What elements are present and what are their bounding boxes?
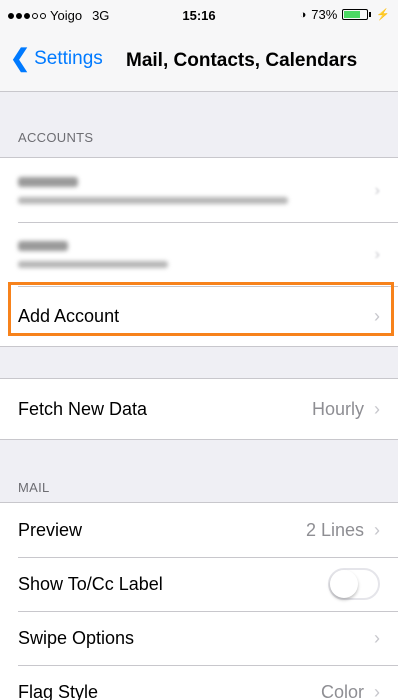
back-label: Settings — [34, 48, 103, 69]
flag-style-value: Color — [320, 681, 364, 700]
add-account-row[interactable]: Add Account › — [0, 286, 398, 346]
chevron-right-icon: › — [374, 398, 380, 419]
preview-value: 2 Lines — [305, 519, 364, 540]
chevron-right-icon: › — [374, 246, 380, 263]
battery-fill — [344, 11, 361, 18]
chevron-right-icon: › — [374, 305, 380, 326]
status-right: ◑ 73% ⚡ — [300, 7, 390, 22]
account-row-2[interactable]: › — [0, 222, 398, 286]
back-button[interactable]: ❮ Settings — [10, 45, 103, 72]
flag-style-row[interactable]: Flag Style Color › — [0, 665, 398, 700]
blurred-account-name — [18, 240, 68, 251]
status-bar: Yoigo 3G 15:16 ◑ 73% ⚡ — [0, 0, 398, 30]
preview-label: Preview — [18, 519, 83, 540]
settings-screen: Yoigo 3G 15:16 ◑ 73% ⚡ ❮ Settings Mail, … — [0, 0, 398, 700]
swipe-options-row[interactable]: Swipe Options › — [0, 611, 398, 665]
chevron-right-icon: › — [374, 627, 380, 648]
navigation-bar: ❮ Settings Mail, Contacts, Calendars — [0, 30, 398, 92]
accounts-group: › › Add Account › — [0, 157, 398, 347]
do-not-disturb-icon: ◑ — [299, 8, 307, 21]
charging-icon: ⚡ — [376, 9, 390, 21]
show-to-cc-row: Show To/Cc Label — [0, 557, 398, 611]
add-account-label: Add Account — [18, 305, 120, 326]
chevron-right-icon: › — [374, 519, 380, 540]
chevron-right-icon: › — [374, 182, 380, 199]
blurred-account-services — [18, 260, 168, 268]
show-to-cc-label: Show To/Cc Label — [18, 573, 163, 594]
mail-section-header: MAIL — [18, 480, 50, 495]
mail-group: Preview 2 Lines › Show To/Cc Label Swipe… — [0, 502, 398, 700]
blurred-account-name — [18, 176, 78, 187]
fetch-new-data-row[interactable]: Fetch New Data Hourly › — [0, 379, 398, 439]
accounts-section-header: ACCOUNTS — [18, 130, 94, 145]
page-title: Mail, Contacts, Calendars — [126, 50, 358, 71]
toggle-knob — [330, 570, 358, 598]
chevron-right-icon: › — [374, 681, 380, 700]
fetch-group: Fetch New Data Hourly › — [0, 378, 398, 440]
fetch-new-data-label: Fetch New Data — [18, 398, 148, 419]
battery-tip — [369, 12, 372, 17]
flag-style-label: Flag Style — [18, 681, 99, 700]
fetch-new-data-value: Hourly — [311, 398, 364, 419]
preview-row[interactable]: Preview 2 Lines › — [0, 503, 398, 557]
show-to-cc-toggle[interactable] — [328, 568, 380, 600]
blurred-account-services — [18, 196, 288, 204]
chevron-left-icon: ❮ — [10, 45, 31, 72]
account-row-1[interactable]: › — [0, 158, 398, 222]
battery-icon — [342, 9, 369, 20]
swipe-options-label: Swipe Options — [18, 627, 135, 648]
battery-percent: 73% — [311, 7, 338, 22]
